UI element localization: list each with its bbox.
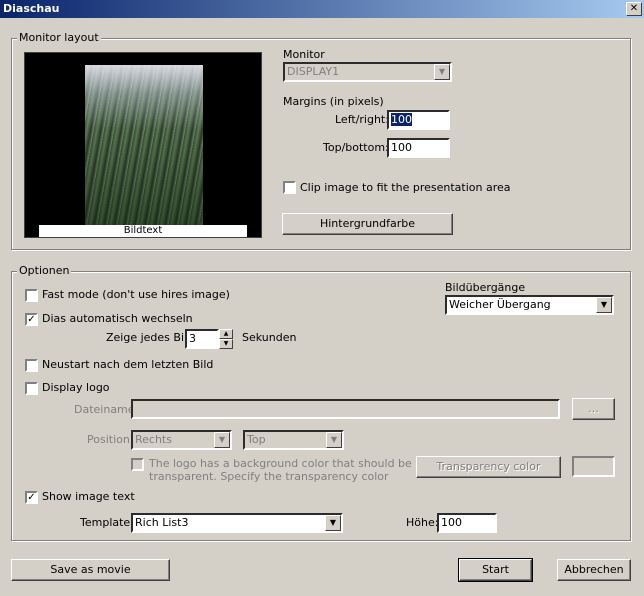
transitions-select[interactable]: Weicher Übergang ▼ — [445, 295, 614, 315]
clip-checkbox[interactable] — [283, 181, 296, 194]
check-icon: ✓ — [27, 492, 36, 503]
template-select[interactable]: Rich List3 ▼ — [131, 513, 343, 533]
position-horizontal-select[interactable]: Rechts ▼ — [131, 430, 232, 450]
restart-checkbox[interactable] — [25, 359, 38, 372]
position-vertical-select[interactable]: Top ▼ — [243, 430, 344, 450]
monitor-label: Monitor — [283, 48, 325, 61]
chevron-down-icon[interactable]: ▼ — [326, 432, 342, 448]
chevron-down-icon[interactable]: ▼ — [214, 432, 230, 448]
show-text-checkbox[interactable]: ✓ — [25, 491, 38, 504]
height-input[interactable]: 100 — [437, 513, 497, 533]
logo-transparent-label-line2: transparent. Specify the transparency co… — [149, 470, 389, 483]
margins-label: Margins (in pixels) — [283, 95, 384, 108]
show-text-label: Show image text — [42, 490, 135, 503]
position-horizontal-value: Rechts — [135, 433, 172, 446]
start-button-label: Start — [482, 563, 509, 576]
show-each-input[interactable]: 3 — [185, 329, 219, 349]
chevron-down-icon[interactable]: ▼ — [434, 64, 450, 80]
transitions-select-value: Weicher Übergang — [449, 298, 551, 311]
browse-button-label: ... — [588, 402, 599, 415]
monitor-layout-legend: Monitor layout — [17, 31, 101, 44]
display-logo-checkbox[interactable] — [25, 382, 38, 395]
show-each-label: Zeige jedes Bild — [106, 331, 195, 344]
position-vertical-value: Top — [247, 433, 266, 446]
transparency-color-swatch[interactable] — [572, 456, 615, 477]
filename-input[interactable] — [131, 399, 560, 419]
save-as-movie-button-label: Save as movie — [50, 563, 131, 576]
transparency-color-button-label: Transparency color — [436, 460, 541, 473]
clip-label: Clip image to fit the presentation area — [300, 181, 511, 194]
restart-label: Neustart nach dem letzten Bild — [42, 358, 214, 371]
optionen-legend: Optionen — [17, 264, 72, 277]
show-each-spinner[interactable]: ▲ ▼ — [219, 329, 233, 349]
fast-mode-checkbox[interactable] — [25, 289, 38, 302]
preview-caption: Bildtext — [39, 225, 247, 237]
monitor-select[interactable]: DISPLAY1 ▼ — [283, 62, 452, 82]
auto-switch-label: Dias automatisch wechseln — [42, 312, 193, 325]
template-label: Template: — [80, 516, 134, 529]
display-logo-label: Display logo — [42, 381, 110, 394]
position-label: Position: — [87, 433, 134, 446]
logo-transparent-checkbox[interactable] — [131, 458, 144, 471]
chevron-down-icon[interactable]: ▼ — [596, 297, 612, 313]
cancel-button[interactable]: Abbrechen — [557, 559, 631, 581]
left-right-value: 100 — [391, 113, 412, 126]
browse-button[interactable]: ... — [572, 398, 615, 420]
start-button[interactable]: Start — [458, 558, 533, 582]
left-right-label: Left/right: — [335, 113, 389, 126]
top-bottom-input[interactable]: 100 — [387, 138, 450, 158]
monitor-select-value: DISPLAY1 — [287, 65, 340, 78]
spin-down-icon[interactable]: ▼ — [219, 339, 233, 349]
background-color-button-label: Hintergrundfarbe — [319, 217, 416, 230]
title-bar: Diaschau — [0, 0, 644, 18]
window-title: Diaschau — [3, 2, 60, 15]
chevron-down-icon[interactable]: ▼ — [325, 515, 341, 531]
seconds-label: Sekunden — [242, 331, 297, 344]
cancel-button-label: Abbrechen — [564, 563, 624, 576]
check-icon: ✓ — [27, 314, 36, 325]
monitor-preview: Bildtext — [24, 52, 262, 238]
height-value: 100 — [441, 516, 462, 529]
filename-label: Dateiname: — [74, 403, 139, 416]
top-bottom-value: 100 — [391, 141, 412, 154]
background-color-button[interactable]: Hintergrundfarbe — [282, 213, 453, 235]
transparency-color-button[interactable]: Transparency color — [416, 456, 561, 478]
height-label: Höhe: — [406, 516, 439, 529]
top-bottom-label: Top/bottom: — [323, 141, 389, 154]
show-each-value: 3 — [189, 332, 196, 345]
logo-transparent-label-line1: The logo has a background color that sho… — [149, 457, 412, 470]
auto-switch-checkbox[interactable]: ✓ — [25, 313, 38, 326]
spin-up-icon[interactable]: ▲ — [219, 329, 233, 339]
left-right-input[interactable]: 100 — [387, 110, 450, 130]
save-as-movie-button[interactable]: Save as movie — [11, 559, 170, 581]
transitions-label: Bildübergänge — [445, 281, 526, 294]
preview-image — [85, 65, 203, 225]
close-button[interactable]: ✕ — [626, 2, 642, 16]
close-icon: ✕ — [629, 3, 639, 14]
template-select-value: Rich List3 — [135, 516, 189, 529]
fast-mode-label: Fast mode (don't use hires image) — [42, 288, 230, 301]
